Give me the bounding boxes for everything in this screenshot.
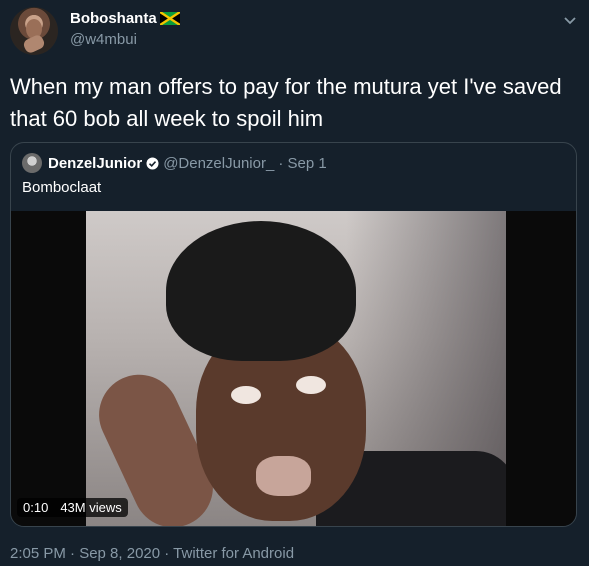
author-display-name[interactable]: Boboshanta bbox=[70, 10, 180, 27]
author-handle[interactable]: @w4mbui bbox=[70, 31, 137, 48]
video-duration: 0:10 bbox=[23, 500, 49, 515]
thumbnail-mouth bbox=[256, 456, 311, 496]
quoted-author-avatar bbox=[22, 153, 42, 173]
author-avatar[interactable] bbox=[10, 7, 58, 55]
tweet-metadata: 2:05 PM · Sep 8, 2020 · Twitter for Andr… bbox=[10, 545, 295, 562]
thumbnail-durag bbox=[166, 221, 356, 361]
chevron-down-icon[interactable] bbox=[561, 11, 579, 29]
quoted-tweet-card[interactable]: DenzelJunior @DenzelJunior_ · Sep 1 Bomb… bbox=[10, 142, 577, 527]
video-thumbnail bbox=[86, 211, 506, 526]
verified-badge-icon bbox=[146, 157, 159, 169]
thumbnail-eye-left bbox=[231, 386, 261, 404]
quoted-tweet-text: Bomboclaat bbox=[22, 179, 102, 196]
tweet-text: When my man offers to pay for the mutura… bbox=[10, 74, 562, 131]
video-player[interactable]: 0:10 43M views bbox=[11, 211, 576, 526]
quoted-author-handle: @DenzelJunior_ bbox=[163, 154, 275, 172]
video-views: 43M views bbox=[60, 500, 122, 515]
thumbnail-eye-right bbox=[296, 376, 326, 394]
avatar-hand bbox=[21, 33, 47, 55]
quoted-author-name: DenzelJunior bbox=[48, 154, 143, 172]
quoted-tweet-date: · Sep 1 bbox=[278, 154, 327, 172]
quoted-tweet-header: DenzelJunior @DenzelJunior_ · Sep 1 bbox=[22, 153, 327, 173]
jamaica-flag-icon bbox=[159, 12, 180, 25]
author-name-text: Boboshanta bbox=[70, 10, 157, 27]
video-info-badge: 0:10 43M views bbox=[17, 498, 128, 517]
